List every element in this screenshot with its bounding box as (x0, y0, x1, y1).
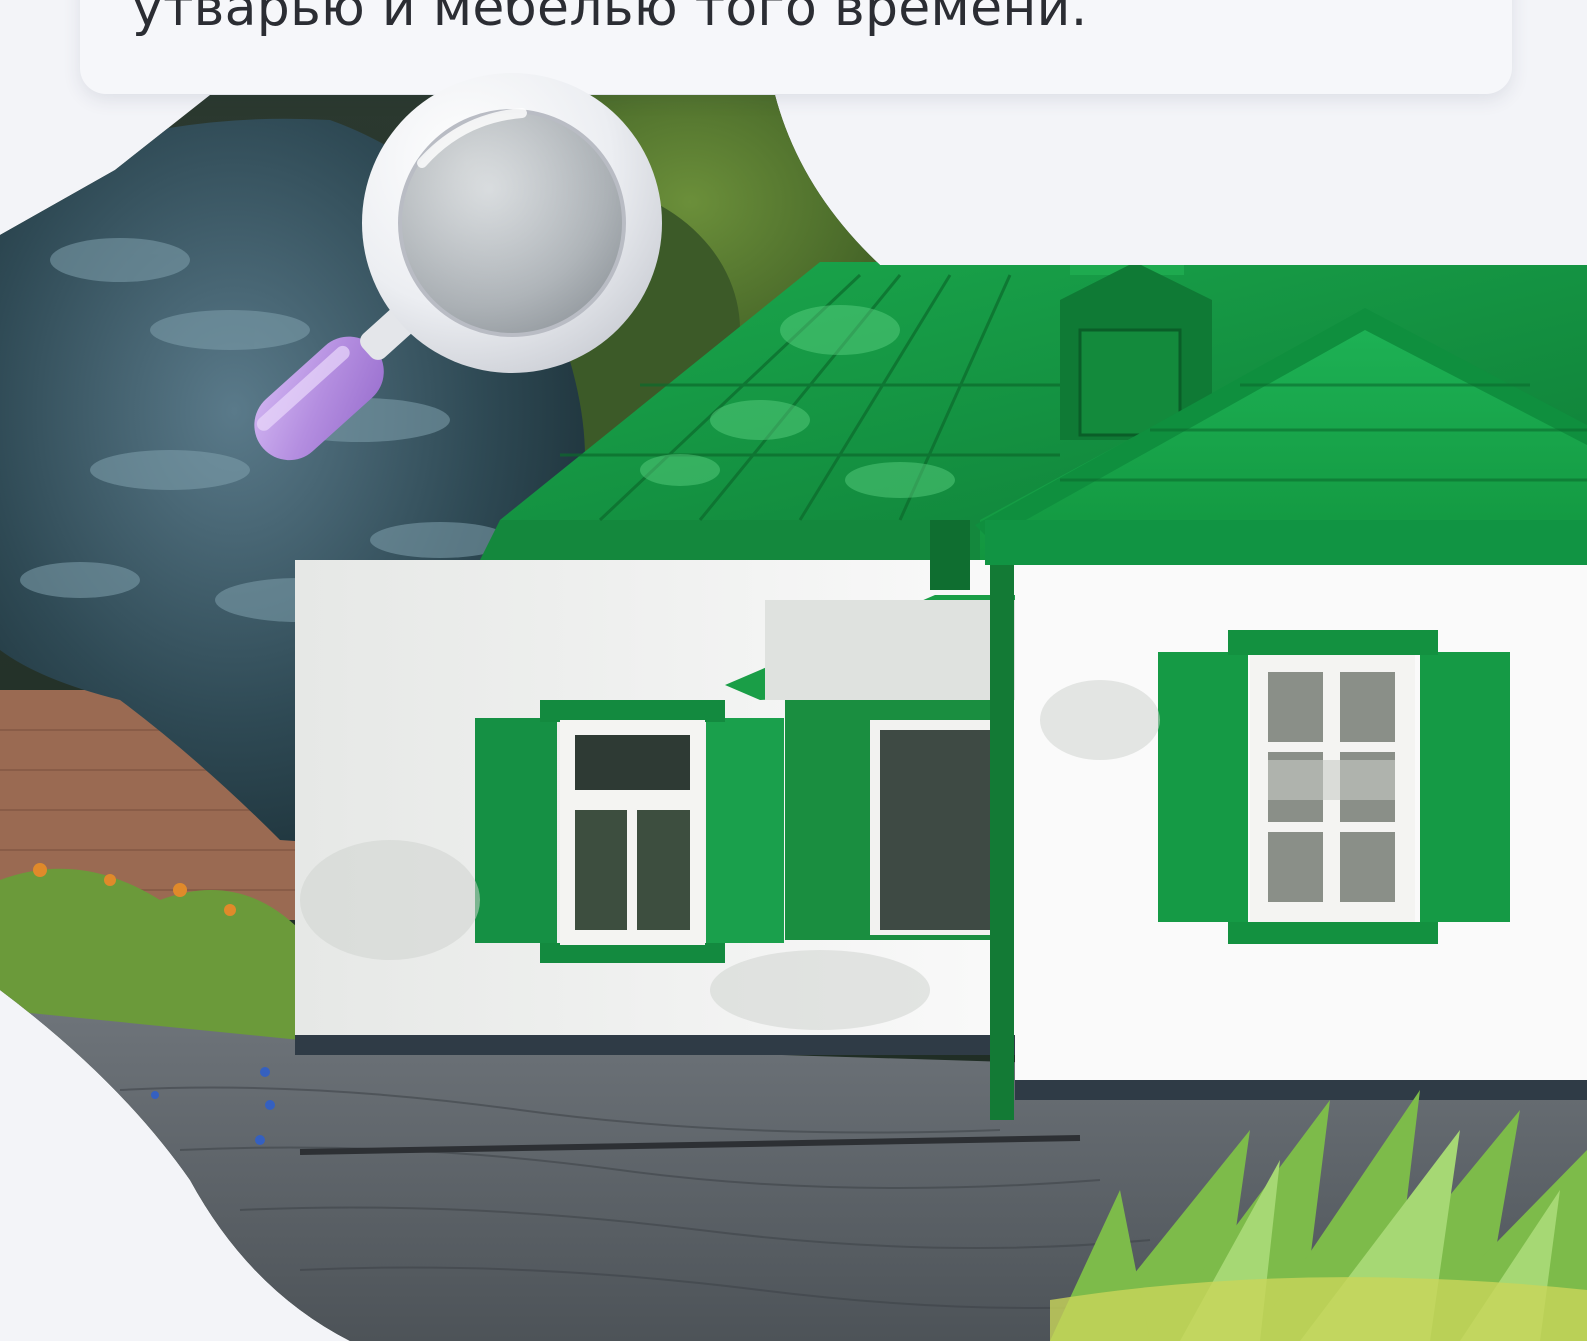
magnifier-icon (222, 68, 672, 498)
slide: утварью и мебелью того времени. (0, 0, 1587, 1341)
card-text: утварью и мебелью того времени. (132, 0, 1088, 38)
